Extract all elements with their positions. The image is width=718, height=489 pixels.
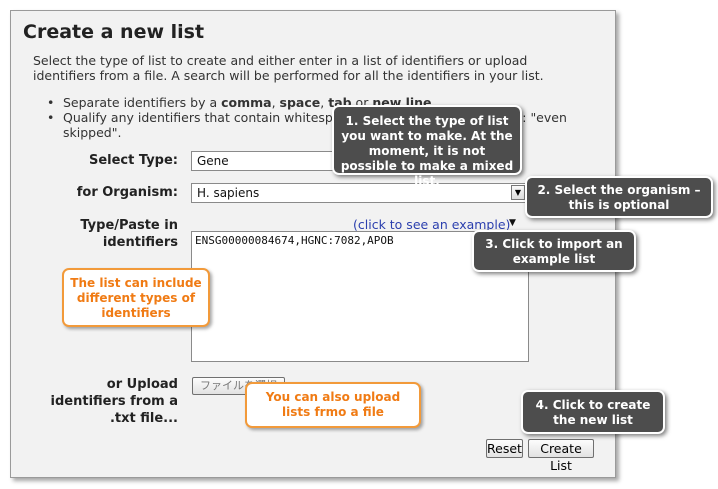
select-type-value: Gene	[197, 154, 229, 168]
bullet-icon: •	[47, 95, 55, 110]
step1-callout: 1. Select the type of list you want to m…	[332, 105, 522, 188]
intro-text: Select the type of list to create and ei…	[33, 53, 544, 83]
triangle-down-icon[interactable]: ▼	[509, 218, 516, 228]
organism-dropdown[interactable]: H. sapiens ▼	[191, 183, 527, 203]
step2-callout: 2. Select the organism – this is optiona…	[525, 176, 713, 218]
organism-label: for Organism:	[76, 185, 178, 200]
note-upload-callout: You can also upload lists frmo a file	[245, 382, 421, 428]
page-title: Create a new list	[23, 21, 205, 43]
organism-value: H. sapiens	[197, 186, 260, 200]
step3-callout: 3. Click to import an example list	[472, 230, 636, 272]
paste-label: Type/Paste in identifiers	[80, 218, 178, 250]
step4-callout: 4. Click to create the new list	[521, 390, 665, 434]
upload-label: or Upload identifiers from a .txt file..…	[50, 377, 178, 426]
create-list-button[interactable]: Create List	[528, 439, 594, 473]
reset-button[interactable]: Reset	[486, 439, 523, 458]
bullet-icon: •	[47, 110, 55, 125]
select-type-dropdown[interactable]: Gene	[191, 151, 351, 171]
select-type-label: Select Type:	[88, 153, 178, 168]
note-types-callout: The list can include different types of …	[62, 268, 210, 327]
chevron-down-icon[interactable]: ▼	[511, 185, 525, 200]
